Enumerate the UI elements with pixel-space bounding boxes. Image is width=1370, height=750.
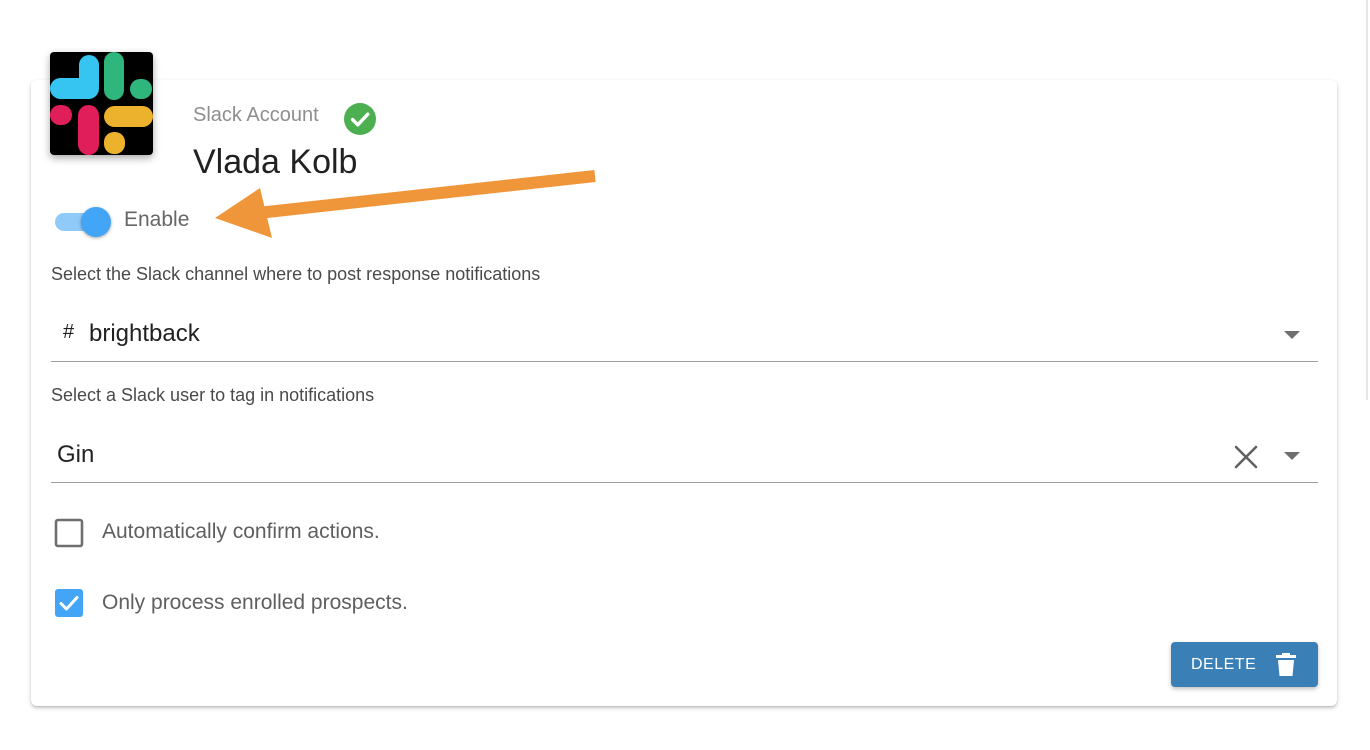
enable-toggle-label: Enable bbox=[124, 208, 190, 231]
enable-toggle[interactable] bbox=[53, 205, 115, 237]
enrolled-prospects-checkbox[interactable] bbox=[54, 588, 84, 618]
close-icon[interactable] bbox=[1232, 443, 1260, 471]
trash-icon bbox=[1276, 653, 1296, 676]
hash-icon: # bbox=[63, 321, 75, 343]
chevron-down-icon[interactable] bbox=[1284, 331, 1300, 339]
page: Slack Account Vlada Kolb Enable Select t… bbox=[0, 0, 1370, 750]
channel-select-value: brightback bbox=[89, 320, 200, 347]
channel-select-label: Select the Slack channel where to post r… bbox=[51, 264, 541, 284]
auto-confirm-label: Automatically confirm actions. bbox=[102, 520, 380, 543]
slack-logo-icon bbox=[50, 52, 153, 155]
annotation-arrow-icon bbox=[215, 170, 596, 238]
delete-button-label: DELETE bbox=[1191, 656, 1257, 673]
user-select-value: Gin bbox=[57, 441, 95, 468]
chevron-down-icon[interactable] bbox=[1284, 452, 1300, 460]
delete-button[interactable]: DELETE bbox=[1171, 642, 1318, 687]
user-select[interactable]: Gin bbox=[51, 432, 1318, 483]
channel-select[interactable]: # brightback bbox=[51, 311, 1318, 362]
scroll-divider bbox=[1366, 0, 1368, 400]
account-type-label: Slack Account bbox=[193, 104, 319, 126]
auto-confirm-checkbox[interactable] bbox=[54, 518, 84, 548]
user-select-label: Select a Slack user to tag in notificati… bbox=[51, 385, 375, 405]
check-circle-icon bbox=[344, 103, 376, 135]
enrolled-prospects-label: Only process enrolled prospects. bbox=[102, 591, 408, 614]
toggle-thumb bbox=[81, 207, 111, 237]
